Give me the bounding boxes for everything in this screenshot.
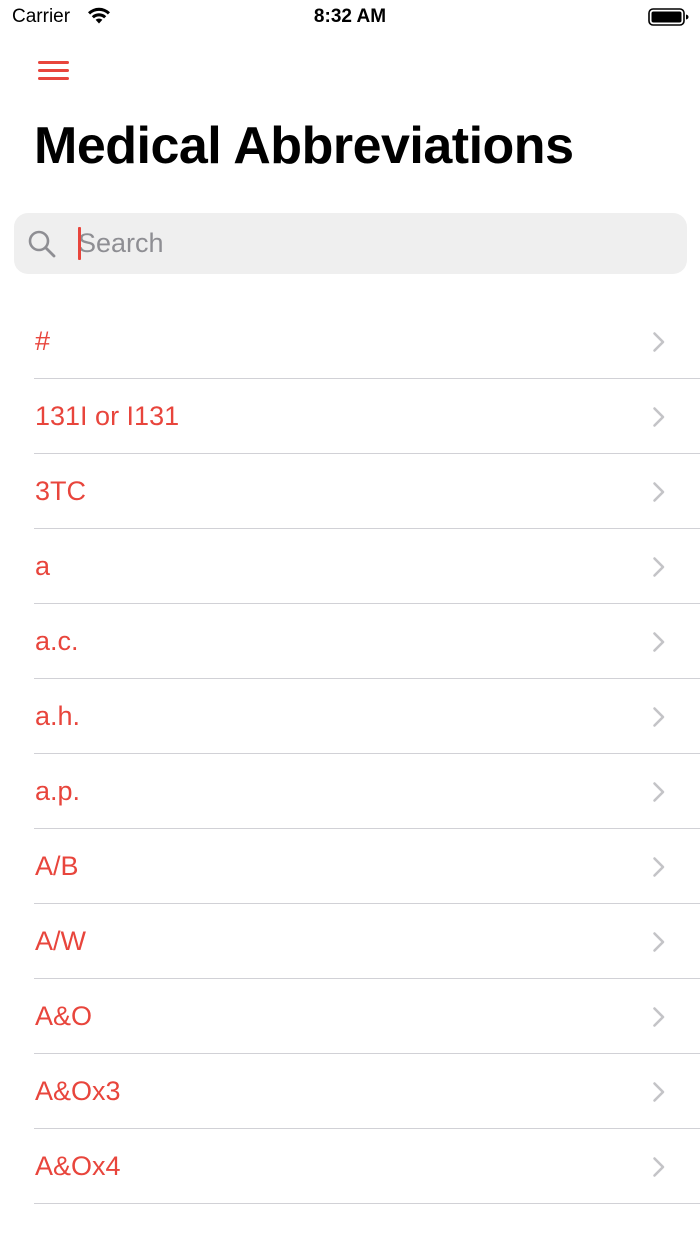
row-separator [34,1203,700,1204]
clock-time: 8:32 AM [313,6,387,27]
hamburger-line [38,77,69,80]
status-bar: Carrier 8:32 AM [0,0,700,36]
list-item-label: 3TC [35,476,87,506]
list-item[interactable]: A/B [0,829,700,904]
list-item[interactable]: a.h. [0,679,700,754]
list-item-label: A&O [35,1001,93,1031]
chevron-right-icon [653,482,665,502]
chevron-right-icon [653,632,665,652]
text-cursor [78,227,81,260]
list-item[interactable]: A&O [0,979,700,1054]
list-item-label: A&Ox3 [35,1076,121,1106]
chevron-right-icon [653,1007,665,1027]
list-item-label: # [35,326,51,356]
menu-button[interactable] [34,56,74,88]
chevron-right-icon [653,782,665,802]
list-item-label: A/W [35,926,86,956]
list-item[interactable]: 3TC [0,454,700,529]
list-item[interactable]: # [0,304,700,379]
search-icon [28,230,56,258]
chevron-right-icon [653,1082,665,1102]
list-item-label: a.c. [35,626,79,656]
chevron-right-icon [653,932,665,952]
chevron-right-icon [653,407,665,427]
abbreviation-list: # 131I or I131 3TC a a.c. a.h. a.p. A/B … [0,304,700,1204]
hamburger-line [38,69,69,72]
list-item-label: 131I or I131 [35,401,180,431]
list-item[interactable]: a [0,529,700,604]
list-item[interactable]: a.c. [0,604,700,679]
page-title: Medical Abbreviations [34,117,574,175]
list-item-label: A&Ox4 [35,1151,121,1181]
chevron-right-icon [653,332,665,352]
chevron-right-icon [653,557,665,577]
list-item-label: a.p. [35,776,81,806]
list-item-label: a [35,551,51,581]
chevron-right-icon [653,857,665,877]
search-input[interactable] [78,222,668,265]
search-bar[interactable] [14,213,687,274]
list-item-label: A/B [35,851,79,881]
hamburger-menu-icon [38,61,69,64]
list-item[interactable]: a.p. [0,754,700,829]
list-item-label: a.h. [35,701,81,731]
app-screen: Carrier 8:32 AM Medical Abbreviations Se… [0,0,700,1244]
list-item[interactable]: A&Ox3 [0,1054,700,1129]
battery-icon [648,8,689,26]
list-item[interactable]: A/W [0,904,700,979]
list-item[interactable]: A&Ox4 [0,1129,700,1204]
chevron-right-icon [653,1157,665,1177]
list-item[interactable]: 131I or I131 [0,379,700,454]
chevron-right-icon [653,707,665,727]
